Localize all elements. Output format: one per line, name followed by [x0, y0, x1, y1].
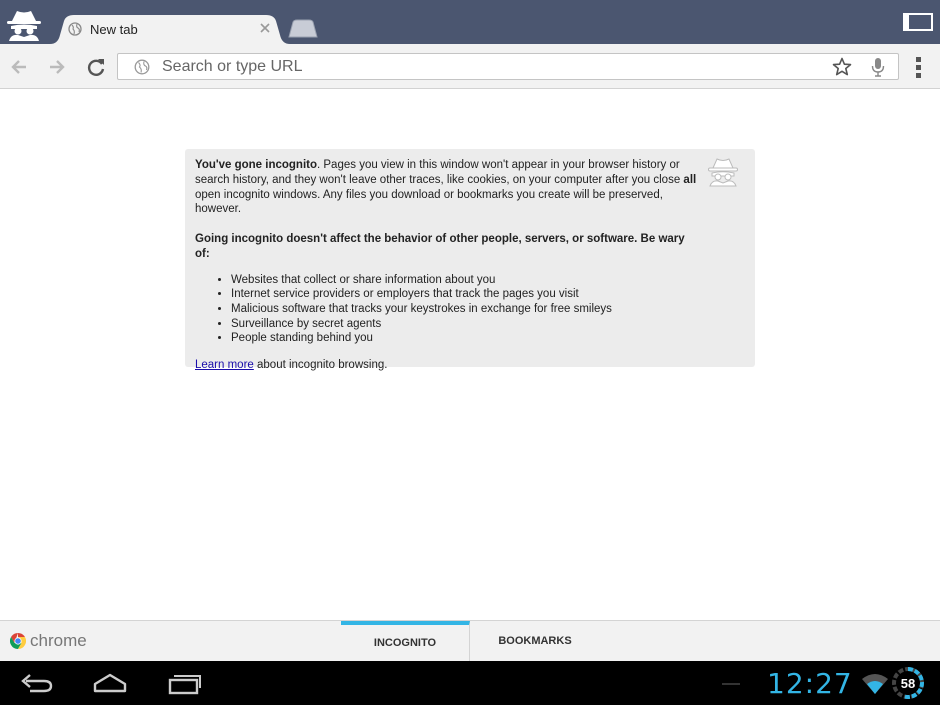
warning-list: Websites that collect or share informati…	[231, 273, 745, 346]
learn-more-rest: about incognito browsing.	[253, 358, 388, 371]
tab-new-tab[interactable]: New tab	[50, 15, 290, 44]
bookmark-star-icon[interactable]	[832, 57, 852, 77]
home-nav-icon[interactable]	[92, 671, 128, 695]
omnibox[interactable]	[117, 53, 899, 80]
clock: 12:27	[767, 667, 853, 700]
back-nav-icon[interactable]	[20, 671, 54, 695]
close-icon[interactable]	[257, 20, 273, 36]
intro-paragraph: You've gone incognito. Pages you view in…	[195, 158, 700, 217]
incognito-info-box: You've gone incognito. Pages you view in…	[185, 149, 755, 371]
url-input[interactable]	[162, 56, 812, 78]
warning-heading: Going incognito doesn't affect the behav…	[195, 233, 685, 260]
tab-switcher-icon[interactable]	[903, 13, 933, 31]
globe-icon	[68, 22, 82, 36]
menu-icon[interactable]	[912, 55, 926, 79]
learn-more-link[interactable]: Learn more	[195, 359, 254, 371]
intro-all: all	[683, 173, 697, 186]
battery-level: 58	[900, 675, 916, 691]
intro-bold: You've gone incognito	[195, 159, 317, 171]
battery-indicator: 58	[891, 666, 925, 700]
learn-more-line: Learn more about incognito browsing.	[195, 358, 700, 373]
incognito-icon	[7, 11, 41, 41]
incognito-spy-icon	[708, 158, 738, 187]
wifi-icon	[862, 674, 888, 694]
chrome-brand: chrome	[30, 631, 87, 650]
toolbar	[0, 44, 940, 89]
system-bar: 12:27 58	[0, 661, 940, 705]
microphone-icon[interactable]	[870, 57, 886, 77]
tab-bookmarks[interactable]: BOOKMARKS	[471, 621, 599, 661]
list-item: Internet service providers or employers …	[231, 287, 745, 302]
tab-incognito[interactable]: INCOGNITO	[341, 621, 470, 661]
tab-strip: New tab	[0, 0, 940, 44]
status-divider	[722, 683, 740, 685]
chrome-logo-icon	[10, 633, 26, 649]
tab-title: New tab	[90, 22, 138, 37]
list-item: Malicious software that tracks your keys…	[231, 302, 745, 317]
list-item: People standing behind you	[231, 331, 745, 346]
bottom-bar: chrome INCOGNITO BOOKMARKS	[0, 620, 940, 661]
new-tab-button[interactable]	[287, 19, 319, 39]
globe-icon	[134, 59, 150, 75]
list-item: Websites that collect or share informati…	[231, 273, 745, 288]
intro-text-2: open incognito windows. Any files you do…	[195, 188, 663, 216]
list-item: Surveillance by secret agents	[231, 317, 745, 332]
back-button[interactable]	[8, 56, 30, 78]
reload-button[interactable]	[85, 56, 107, 78]
recent-apps-icon[interactable]	[168, 671, 202, 695]
forward-button[interactable]	[46, 56, 68, 78]
